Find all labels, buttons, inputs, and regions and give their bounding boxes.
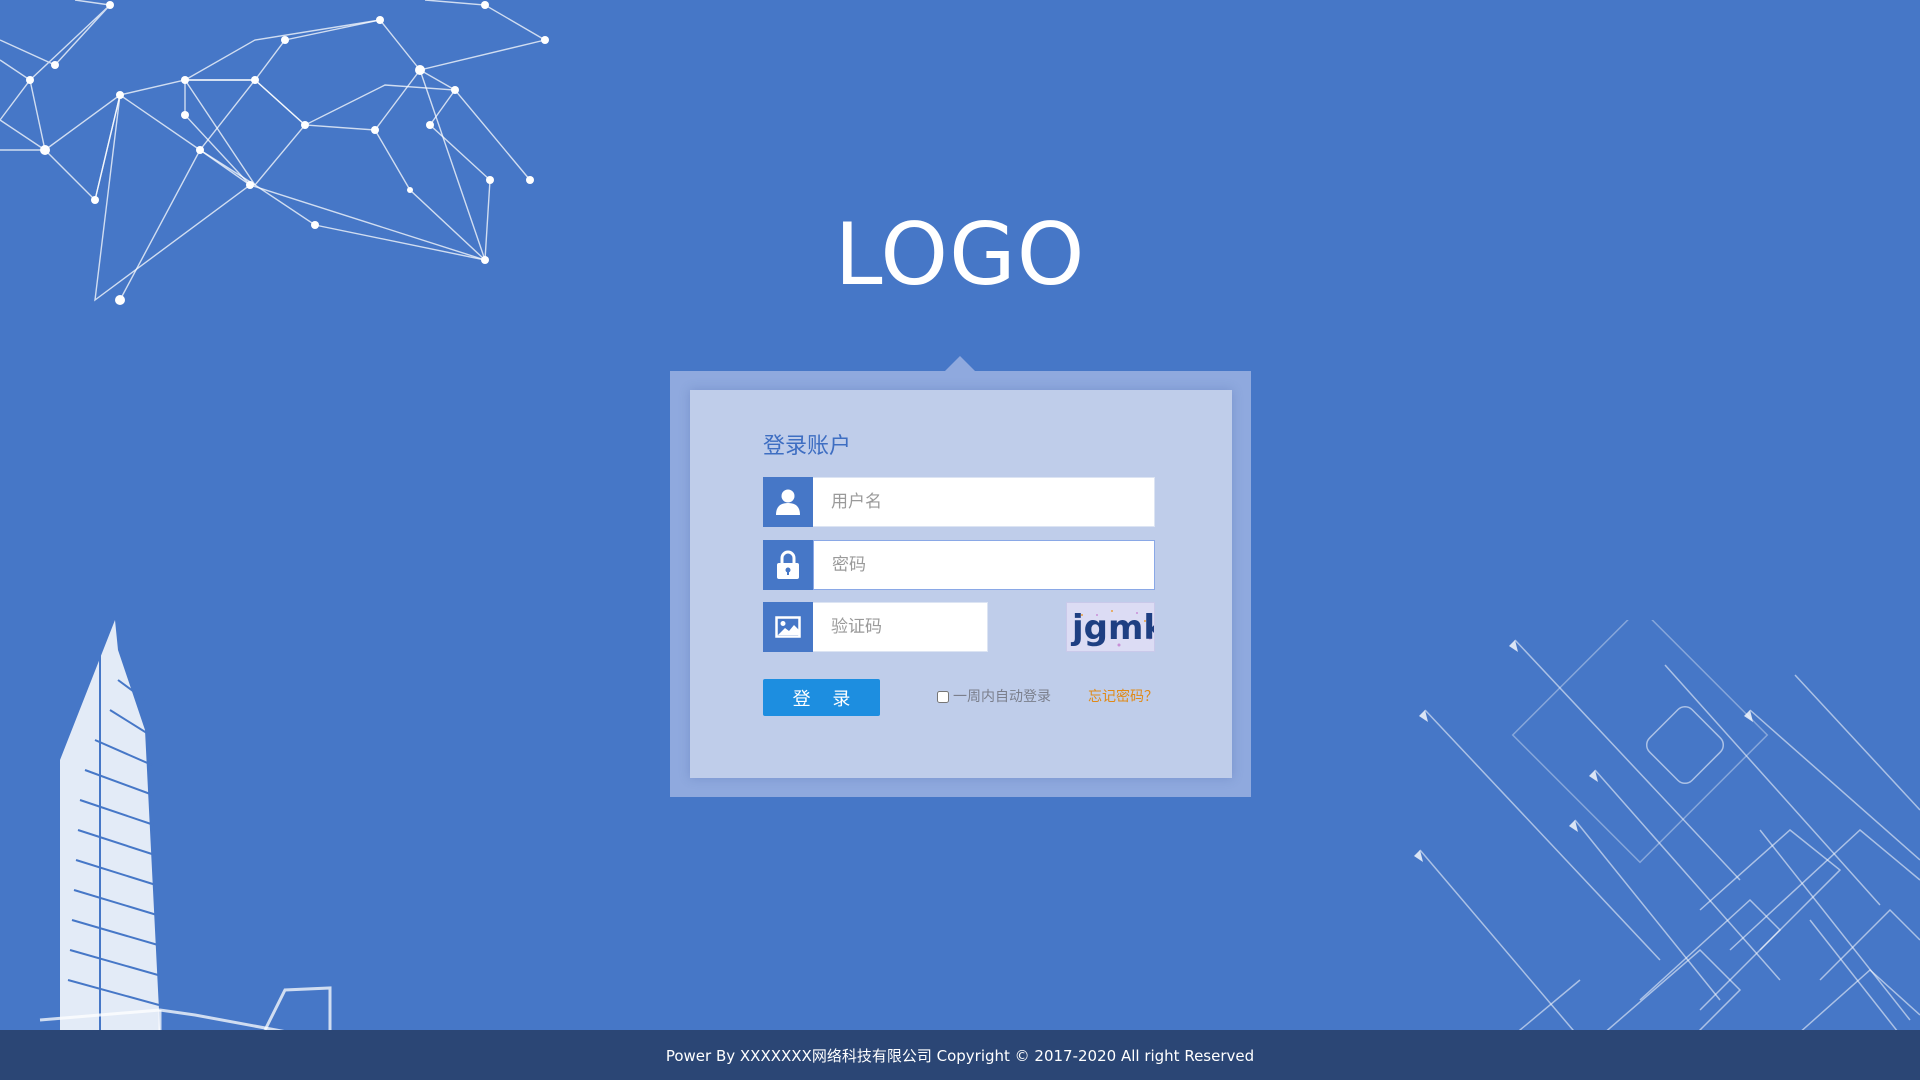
remember-label: 一周内自动登录 (953, 689, 1051, 705)
tech-lines-decoration (1414, 620, 1920, 1080)
tower-decoration (39, 620, 520, 1080)
login-panel: 登录账户 jgmkj 登 录 一周内自动登录 忘记密码？ (690, 390, 1232, 778)
user-icon (763, 477, 813, 527)
image-icon (763, 602, 813, 652)
lock-icon (763, 540, 813, 590)
footer-text: Power By XXXXXXX网络科技有限公司 Copyright © 201… (665, 1046, 1255, 1065)
remember-me[interactable]: 一周内自动登录 (937, 688, 1051, 706)
password-field (763, 540, 1155, 590)
footer: Power By XXXXXXX网络科技有限公司 Copyright © 201… (0, 1030, 1920, 1080)
login-title: 登录账户 (763, 434, 852, 459)
captcha-field: jgmkj (763, 602, 1155, 652)
password-input[interactable] (813, 540, 1155, 590)
forgot-password-link[interactable]: 忘记密码？ (1088, 688, 1158, 706)
login-button[interactable]: 登 录 (763, 679, 880, 716)
logo: LOGO (834, 205, 1086, 305)
captcha-text: jgmkj (1070, 608, 1155, 648)
captcha-input[interactable] (813, 602, 988, 652)
username-field (763, 477, 1155, 527)
remember-checkbox[interactable] (937, 691, 949, 703)
captcha-image[interactable]: jgmkj (1066, 602, 1155, 652)
username-input[interactable] (813, 477, 1155, 527)
panel-pointer (945, 356, 975, 371)
